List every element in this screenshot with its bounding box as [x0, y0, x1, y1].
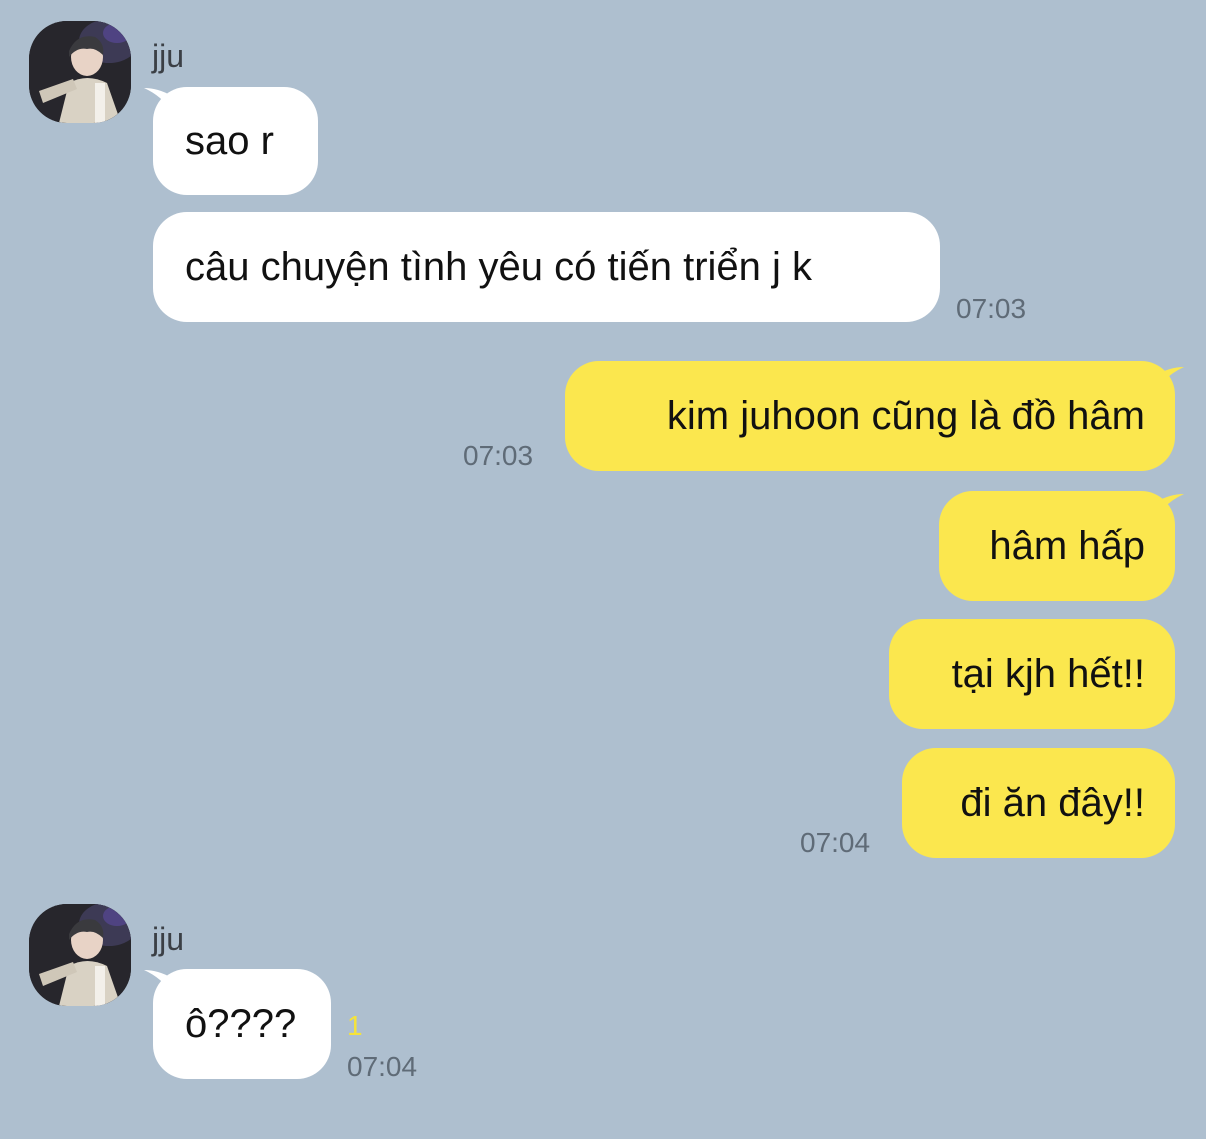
message-timestamp: 07:04	[800, 827, 871, 858]
incoming-message[interactable]: câu chuyện tình yêu có tiến triển j k	[153, 212, 940, 322]
message-text: hâm hấp	[989, 524, 1145, 568]
outgoing-message[interactable]: kim juhoon cũng là đồ hâm	[565, 361, 1175, 471]
message-timestamp: 07:03	[956, 293, 1027, 324]
message-text: ô????	[185, 1002, 297, 1046]
message-timestamp: 07:03	[463, 440, 534, 471]
outgoing-message[interactable]: hâm hấp	[939, 491, 1175, 601]
message-text: câu chuyện tình yêu có tiến triển j k	[185, 245, 813, 289]
message-timestamp: 07:04	[347, 1051, 418, 1082]
message-text: tại kjh hết!!	[951, 652, 1145, 696]
bubble-tail	[1156, 494, 1184, 518]
sender-avatar[interactable]	[29, 21, 131, 123]
message-text: sao r	[185, 119, 274, 163]
message-text: đi ăn đây!!	[960, 781, 1145, 825]
message-text: kim juhoon cũng là đồ hâm	[666, 394, 1145, 438]
unread-count: 1	[347, 1010, 363, 1041]
incoming-message[interactable]: sao r	[153, 87, 318, 195]
sender-name: jju	[152, 921, 185, 957]
sender-name: jju	[152, 38, 185, 74]
outgoing-message[interactable]: tại kjh hết!!	[889, 619, 1175, 729]
sender-avatar[interactable]	[29, 904, 131, 1006]
bubble-tail	[1156, 367, 1184, 391]
incoming-message[interactable]: ô????	[153, 969, 331, 1079]
outgoing-message[interactable]: đi ăn đây!!	[902, 748, 1175, 858]
